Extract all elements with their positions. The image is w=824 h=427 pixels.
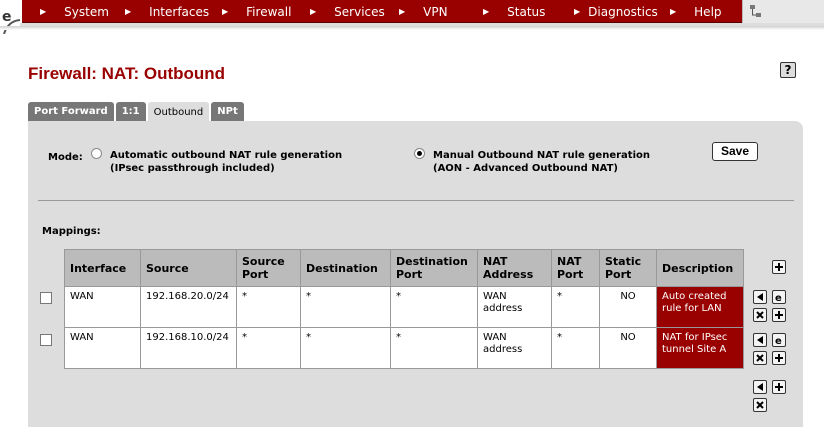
row-checkbox[interactable] bbox=[40, 334, 52, 346]
nav-diagnostics[interactable]: ▶ Diagnostics bbox=[574, 0, 670, 23]
radio-automatic[interactable] bbox=[91, 148, 102, 159]
cell-source: 192.168.20.0/24 bbox=[140, 286, 237, 328]
delete-icon[interactable] bbox=[753, 351, 767, 365]
cell-source-port: * bbox=[236, 327, 301, 369]
play-icon: ▶ bbox=[670, 7, 677, 16]
cell-static-port: NO bbox=[599, 327, 657, 369]
add-icon[interactable] bbox=[772, 380, 786, 394]
tab-port-forward[interactable]: Port Forward bbox=[28, 102, 114, 121]
nav-interfaces[interactable]: ▶ Interfaces bbox=[125, 0, 222, 23]
mappings-label: Mappings: bbox=[42, 226, 101, 237]
play-icon: ▶ bbox=[222, 7, 229, 16]
add-icon[interactable] bbox=[772, 308, 786, 322]
play-icon: ▶ bbox=[483, 7, 490, 16]
nav-firewall[interactable]: ▶ Firewall bbox=[222, 0, 310, 23]
option-automatic-line2: (IPsec passthrough included) bbox=[110, 163, 275, 174]
col-static-port: Static Port bbox=[599, 249, 657, 287]
cell-interface: WAN bbox=[64, 327, 141, 369]
col-destination: Destination bbox=[300, 249, 391, 287]
mode-label: Mode: bbox=[48, 152, 83, 163]
help-icon[interactable]: ? bbox=[780, 62, 796, 78]
cell-nat-address: WAN address bbox=[477, 327, 552, 369]
table-row[interactable]: WAN 192.168.10.0/24 * * * WAN address * … bbox=[64, 327, 744, 369]
cell-destination: * bbox=[300, 286, 391, 328]
play-icon: ▶ bbox=[40, 7, 47, 16]
cell-destination-port: * bbox=[390, 327, 478, 369]
play-icon: ▶ bbox=[310, 7, 317, 16]
cell-source-port: * bbox=[236, 286, 301, 328]
move-selected-icon[interactable] bbox=[753, 333, 767, 347]
header-shadow bbox=[0, 26, 824, 30]
cell-description: Auto created rule for LAN bbox=[656, 286, 744, 328]
table-row[interactable]: WAN 192.168.20.0/24 * * * WAN address * … bbox=[64, 286, 744, 328]
nav-help[interactable]: ▶ Help bbox=[670, 0, 730, 23]
add-icon[interactable] bbox=[772, 351, 786, 365]
col-destination-port: Destination Port bbox=[390, 249, 478, 287]
cell-source: 192.168.10.0/24 bbox=[140, 327, 237, 369]
cell-description: NAT for IPsec tunnel Site A bbox=[656, 327, 744, 369]
col-interface: Interface bbox=[64, 249, 141, 287]
cell-destination-port: * bbox=[390, 286, 478, 328]
svg-text:e: e bbox=[775, 293, 782, 303]
nav-vpn[interactable]: ▶ VPN bbox=[399, 0, 483, 23]
cell-nat-address: WAN address bbox=[477, 286, 552, 328]
col-description: Description bbox=[656, 249, 744, 287]
option-automatic-text: Automatic outbound NAT rule generation (… bbox=[110, 149, 342, 175]
tab-npt[interactable]: NPt bbox=[211, 102, 244, 121]
col-source: Source bbox=[140, 249, 237, 287]
edit-icon[interactable]: e bbox=[772, 333, 786, 347]
cell-interface: WAN bbox=[64, 286, 141, 328]
mappings-table: Interface Source Source Port Destination… bbox=[64, 249, 744, 369]
col-nat-port: NAT Port bbox=[551, 249, 600, 287]
cell-static-port: NO bbox=[599, 286, 657, 328]
row-checkbox[interactable] bbox=[40, 292, 52, 304]
network-icon bbox=[750, 5, 761, 17]
svg-text:e: e bbox=[2, 9, 12, 25]
move-selected-icon[interactable] bbox=[753, 290, 767, 304]
edit-icon[interactable]: e bbox=[772, 290, 786, 304]
delete-selected-icon[interactable] bbox=[753, 398, 767, 412]
option-manual-line2: (AON - Advanced Outbound NAT) bbox=[433, 163, 618, 174]
tab-outbound[interactable]: Outbound bbox=[147, 102, 210, 122]
table-header-row: Interface Source Source Port Destination… bbox=[64, 249, 744, 287]
tab-bar: Port Forward 1:1 Outbound NPt bbox=[28, 102, 246, 122]
move-selected-icon[interactable] bbox=[753, 380, 767, 394]
col-source-port: Source Port bbox=[236, 249, 301, 287]
nav-status[interactable]: ▶ Status bbox=[483, 0, 574, 23]
add-rule-icon[interactable] bbox=[772, 260, 786, 274]
option-manual-text: Manual Outbound NAT rule generation (AON… bbox=[433, 149, 650, 175]
tab-one-to-one[interactable]: 1:1 bbox=[115, 102, 146, 121]
svg-text:e: e bbox=[775, 336, 782, 346]
host-area bbox=[742, 0, 824, 23]
divider bbox=[38, 200, 794, 201]
top-nav-bar: e ▶ System ▶ Interfaces ▶ Firewall ▶ Service… bbox=[0, 0, 824, 34]
nav-services[interactable]: ▶ Services bbox=[310, 0, 399, 23]
play-icon: ▶ bbox=[399, 7, 406, 16]
nav-system[interactable]: ▶ System bbox=[40, 0, 125, 23]
col-nat-address: NAT Address bbox=[477, 249, 552, 287]
play-icon: ▶ bbox=[125, 7, 132, 16]
radio-manual[interactable] bbox=[414, 148, 425, 159]
outbound-panel: Mode: Automatic outbound NAT rule genera… bbox=[28, 121, 803, 427]
cell-nat-port: * bbox=[551, 327, 600, 369]
cell-nat-port: * bbox=[551, 286, 600, 328]
page-title: Firewall: NAT: Outbound bbox=[28, 64, 226, 83]
save-button[interactable]: Save bbox=[712, 142, 758, 161]
play-icon: ▶ bbox=[574, 7, 581, 16]
cell-destination: * bbox=[300, 327, 391, 369]
option-automatic-line1: Automatic outbound NAT rule generation bbox=[110, 150, 343, 161]
option-manual-line1: Manual Outbound NAT rule generation bbox=[433, 150, 650, 161]
delete-icon[interactable] bbox=[753, 308, 767, 322]
